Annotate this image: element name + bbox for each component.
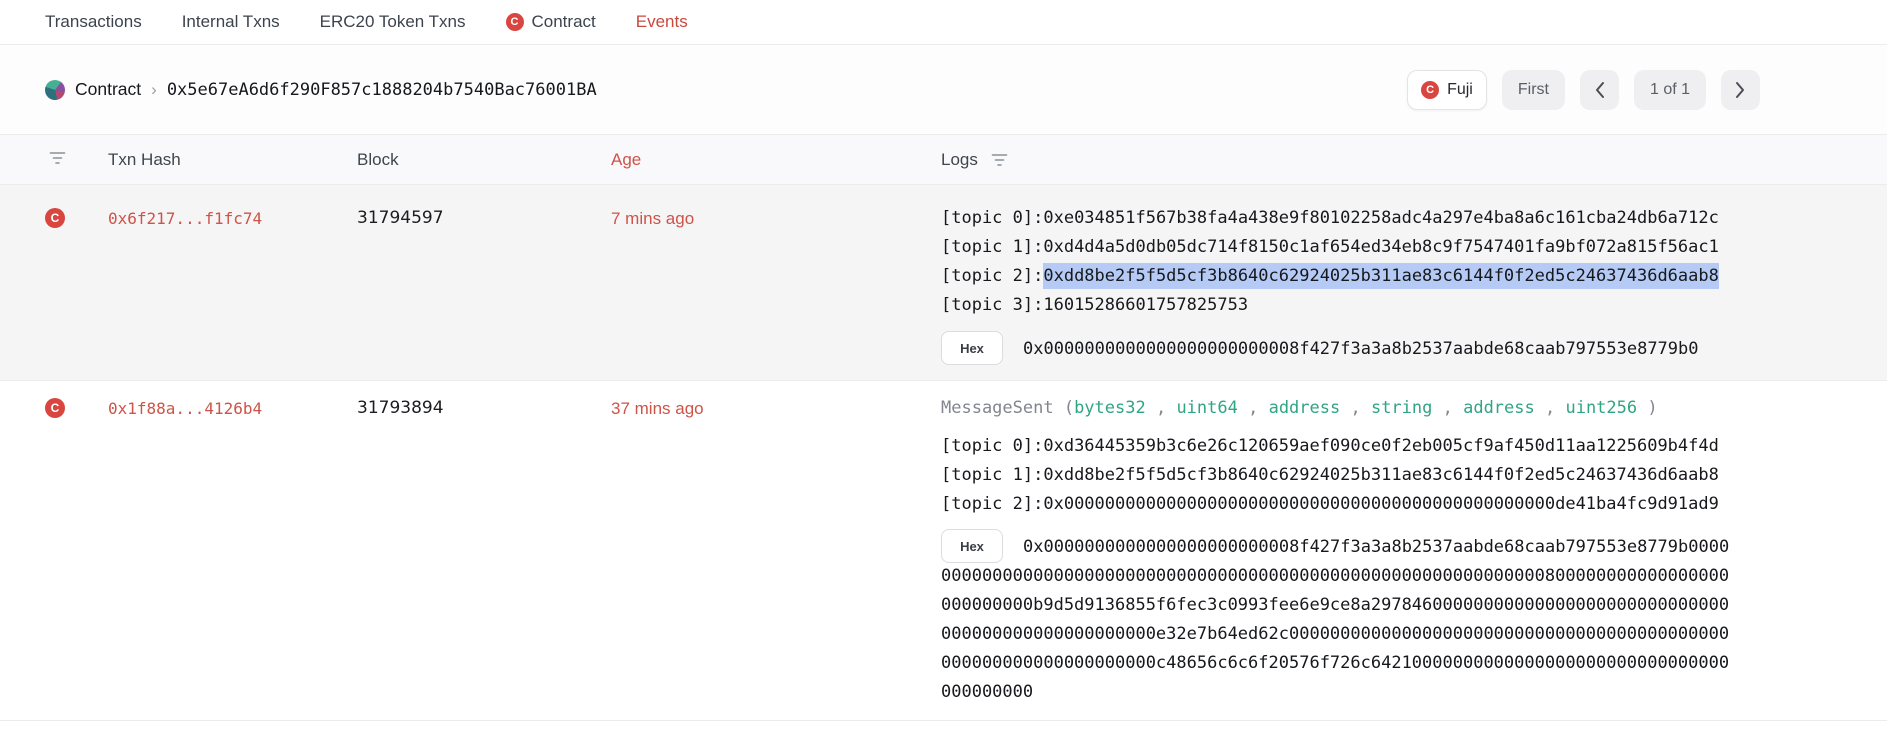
age-value: 7 mins ago (611, 204, 941, 233)
column-header-age[interactable]: Age (611, 150, 941, 170)
txn-c-badge-icon: C (45, 398, 65, 418)
event-param-type: uint256 (1565, 398, 1637, 418)
hex-toggle-button[interactable]: Hex (941, 331, 1003, 365)
topic-line: [topic 1]:0xd4d4a5d0db05dc714f8150c1af65… (941, 233, 1738, 262)
topic-line: [topic 2]:0xdd8be2f5f5d5cf3b8640c6292402… (941, 262, 1738, 291)
contract-header-band: Contract › 0x5e67eA6d6f290F857c1888204b7… (0, 45, 1887, 135)
logs-cell: [topic 0]:0xe034851f567b38fa4a438e9f8010… (941, 204, 1738, 364)
tab-transactions[interactable]: Transactions (45, 12, 142, 32)
block-number: 31793894 (357, 394, 611, 423)
hex-data: 0x0000000000000000000000008f427f3a3a8b25… (941, 537, 1729, 702)
previous-page-button[interactable] (1580, 70, 1619, 110)
hex-data-block: Hex 0x0000000000000000000000008f427f3a3a… (941, 335, 1738, 364)
column-header-logs: Logs (941, 150, 978, 170)
topic-value-selected: 0xdd8be2f5f5d5cf3b8640c62924025b311ae83c… (1043, 263, 1719, 289)
tab-events[interactable]: Events (636, 12, 688, 32)
breadcrumb: Contract › 0x5e67eA6d6f290F857c1888204b7… (45, 79, 597, 100)
topic-line: [topic 0]:0xe034851f567b38fa4a438e9f8010… (941, 204, 1738, 233)
topic-value: 0xdd8be2f5f5d5cf3b8640c62924025b311ae83c… (1043, 465, 1719, 485)
table-header: Txn Hash Block Age Logs (0, 135, 1887, 185)
topic-line: [topic 2]:0x0000000000000000000000000000… (941, 490, 1738, 519)
network-name: Fuji (1447, 81, 1473, 99)
event-param-type: uint64 (1176, 398, 1237, 418)
pagination: C Fuji First 1 of 1 (1407, 70, 1760, 110)
column-header-txn-hash: Txn Hash (108, 150, 357, 170)
hex-toggle-button[interactable]: Hex (941, 529, 1003, 563)
topic-value: 0x00000000000000000000000000000000000000… (1043, 494, 1719, 514)
chevron-left-icon (1594, 81, 1605, 99)
tab-erc20-token-txns[interactable]: ERC20 Token Txns (320, 12, 466, 32)
next-page-button[interactable] (1721, 70, 1760, 110)
topic-value: 16015286601757825753 (1043, 295, 1248, 315)
event-param-type: address (1463, 398, 1535, 418)
event-row: C 0x1f88a...4126b4 31793894 37 mins ago … (0, 381, 1887, 721)
network-c-icon: C (1421, 81, 1439, 99)
topic-line: [topic 3]:16015286601757825753 (941, 291, 1738, 320)
event-param-type: bytes32 (1074, 398, 1146, 418)
topic-value: 0xe034851f567b38fa4a438e9f80102258adc4a2… (1043, 208, 1719, 228)
tab-contract[interactable]: C Contract (506, 12, 596, 32)
event-param-type: string (1371, 398, 1432, 418)
contract-address: 0x5e67eA6d6f290F857c1888204b7540Bac76001… (167, 80, 597, 100)
topic-value: 0xd36445359b3c6e26c120659aef090ce0f2eb00… (1043, 436, 1719, 456)
hex-data-block: Hex 0x0000000000000000000000008f427f3a3a… (941, 533, 1738, 707)
filter-icon[interactable] (48, 150, 67, 165)
logs-filter-icon[interactable] (990, 152, 1009, 167)
chevron-right-icon (1735, 81, 1746, 99)
txn-hash-link[interactable]: 0x1f88a...4126b4 (108, 394, 357, 423)
event-param-type: address (1269, 398, 1341, 418)
breadcrumb-label: Contract (75, 79, 141, 100)
age-value: 37 mins ago (611, 394, 941, 423)
breadcrumb-separator-icon: › (151, 80, 157, 100)
contract-c-icon: C (506, 13, 524, 31)
txn-hash-link[interactable]: 0x6f217...f1fc74 (108, 204, 357, 233)
topic-value: 0xd4d4a5d0db05dc714f8150c1af654ed34eb8c9… (1043, 237, 1719, 257)
event-row: C 0x6f217...f1fc74 31794597 7 mins ago [… (0, 185, 1887, 381)
contract-blockie-icon (45, 80, 65, 100)
topic-line: [topic 0]:0xd36445359b3c6e26c120659aef09… (941, 432, 1738, 461)
tab-bar: Transactions Internal Txns ERC20 Token T… (0, 0, 1887, 45)
tab-internal-txns[interactable]: Internal Txns (182, 12, 280, 32)
block-number: 31794597 (357, 204, 611, 233)
first-page-button[interactable]: First (1502, 70, 1565, 110)
network-badge[interactable]: C Fuji (1407, 70, 1487, 110)
topic-line: [topic 1]:0xdd8be2f5f5d5cf3b8640c6292402… (941, 461, 1738, 490)
event-signature: MessageSent (bytes32 , uint64 , address … (941, 394, 1738, 423)
txn-c-badge-icon: C (45, 208, 65, 228)
logs-cell: MessageSent (bytes32 , uint64 , address … (941, 394, 1738, 707)
column-header-block: Block (357, 150, 611, 170)
hex-data: 0x0000000000000000000000008f427f3a3a8b25… (1023, 339, 1699, 359)
page-indicator: 1 of 1 (1634, 70, 1706, 110)
